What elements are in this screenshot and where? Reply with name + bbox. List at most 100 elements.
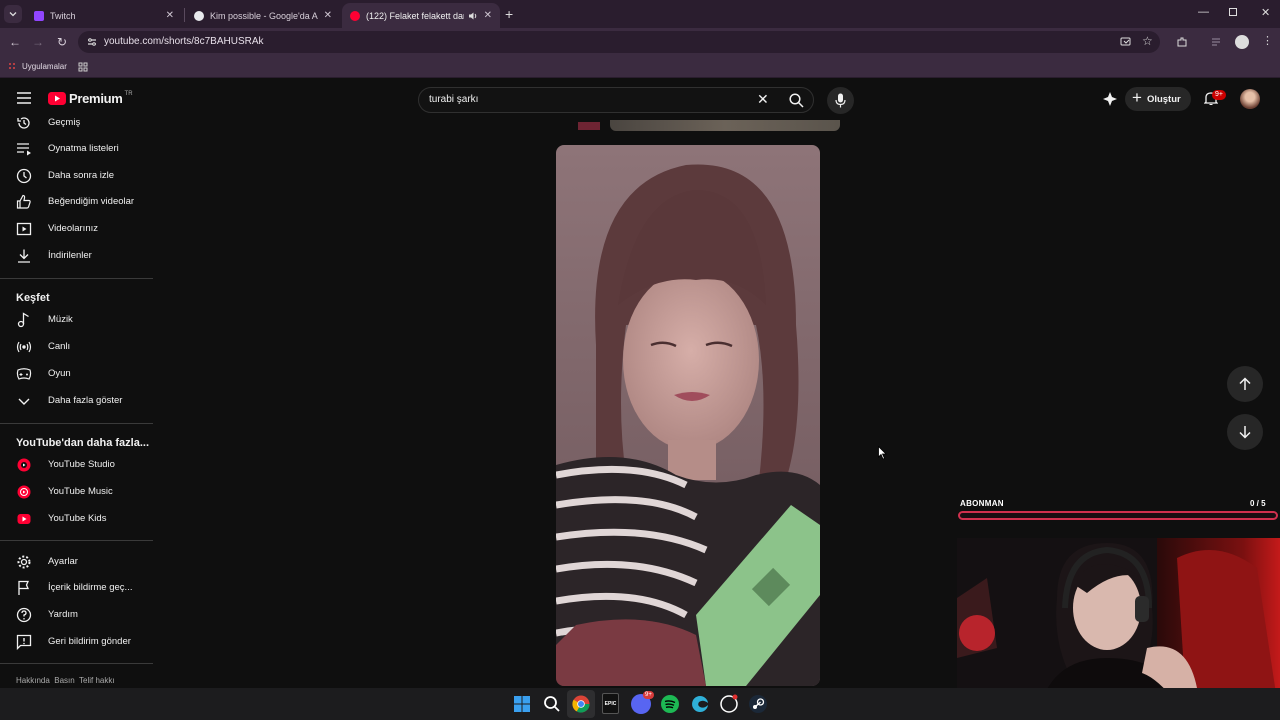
minimize-button[interactable]: —	[1198, 6, 1209, 18]
mouse-cursor-icon	[878, 446, 887, 460]
tab-google-search[interactable]: Kim possible - Google'da Ara ✕	[186, 3, 340, 28]
search-icon[interactable]	[542, 694, 562, 714]
tab-youtube[interactable]: (122) Felaket felakett dans ✕	[342, 3, 500, 28]
tab-title: (122) Felaket felakett dans	[366, 10, 464, 21]
chrome-icon[interactable]	[571, 694, 591, 714]
forward-button[interactable]: →	[29, 33, 47, 51]
sidebar-divider	[0, 663, 153, 664]
create-label: Oluştur	[1146, 93, 1181, 105]
google-icon	[194, 10, 204, 21]
playlist-icon	[17, 143, 31, 156]
apps-grid-icon[interactable]	[8, 62, 17, 71]
sidebar-item-your-videos[interactable]: Videolarınız	[0, 216, 154, 242]
menu-hamburger-icon[interactable]	[17, 92, 31, 104]
bookmarks-bar: Uygulamalar	[0, 56, 1280, 78]
sidebar: Geçmiş Oynatma listeleri Daha sonra izle…	[0, 110, 158, 690]
sidebar-item-label: Daha sonra izle	[48, 170, 115, 181]
arrow-up-icon	[1239, 377, 1251, 390]
download-icon	[18, 249, 30, 263]
tab-title: Kim possible - Google'da Ara	[210, 10, 318, 21]
sidebar-item-label: İçerik bildirme geç...	[48, 582, 133, 593]
close-tab-icon[interactable]: ✕	[166, 10, 174, 21]
sidebar-footer-links[interactable]: Hakkında Basın Telif hakkı	[16, 676, 115, 685]
chevron-down-icon	[9, 12, 17, 17]
sidebar-item-label: YouTube Studio	[48, 459, 115, 470]
sidebar-item-label: YouTube Music	[48, 486, 113, 497]
profile-avatar[interactable]	[1235, 35, 1249, 49]
sidebar-item-live[interactable]: Canlı	[0, 334, 154, 360]
tab-search-button[interactable]	[4, 5, 22, 23]
browser-menu-icon[interactable]: ⋮	[1262, 34, 1273, 47]
reading-list-icon[interactable]	[1210, 36, 1222, 48]
ai-sparkle-icon[interactable]	[1103, 92, 1117, 106]
sidebar-item-settings[interactable]: Ayarlar	[0, 549, 154, 575]
create-button[interactable]: + Oluştur	[1125, 87, 1191, 111]
cast-icon[interactable]	[1120, 37, 1131, 47]
windows-taskbar: EPIC 9+	[0, 688, 1280, 720]
speaker-icon[interactable]	[468, 11, 478, 21]
clear-search-icon[interactable]: ✕	[757, 91, 769, 108]
sidebar-item-youtube-kids[interactable]: YouTube Kids	[0, 506, 154, 532]
next-short-button[interactable]	[1227, 414, 1263, 450]
bookmark-apps[interactable]: Uygulamalar	[22, 62, 67, 71]
youtube-icon	[350, 10, 360, 21]
tab-groups-icon[interactable]	[78, 62, 88, 72]
feedback-icon	[16, 634, 32, 650]
sidebar-item-label: Beğendiğim videolar	[48, 196, 135, 207]
sidebar-divider	[0, 540, 153, 541]
browser-toolbar: ← → ↻ youtube.com/shorts/8c7BAHUSRAk ☆ ⋮	[0, 28, 1280, 56]
voice-search-button[interactable]	[827, 87, 854, 114]
sidebar-item-label: Yardım	[48, 609, 78, 620]
music-icon	[17, 312, 29, 328]
address-bar[interactable]: youtube.com/shorts/8c7BAHUSRAk ☆	[78, 31, 1160, 53]
spotify-icon[interactable]	[660, 694, 680, 714]
epic-games-icon[interactable]: EPIC	[602, 693, 619, 714]
close-tab-icon[interactable]: ✕	[484, 10, 492, 21]
search-box[interactable]: turabi şarkı ✕	[418, 87, 814, 113]
sidebar-item-label: Geri bildirim gönder	[48, 636, 131, 647]
extensions-icon[interactable]	[1176, 36, 1188, 48]
windows-start-icon[interactable]	[512, 694, 532, 714]
help-icon	[16, 607, 32, 623]
previous-short-peek[interactable]	[548, 120, 840, 132]
sidebar-item-playlists[interactable]: Oynatma listeleri	[0, 136, 154, 162]
sidebar-item-music[interactable]: Müzik	[0, 307, 154, 333]
sidebar-item-help[interactable]: Yardım	[0, 602, 154, 628]
subscription-goal-label: ABONMAN	[960, 499, 1004, 508]
sidebar-item-downloads[interactable]: İndirilenler	[0, 243, 154, 269]
reload-button[interactable]: ↻	[53, 33, 71, 51]
sidebar-item-send-feedback[interactable]: Geri bildirim gönder	[0, 629, 154, 655]
sidebar-item-youtube-studio[interactable]: YouTube Studio	[0, 452, 154, 478]
shorts-video-player[interactable]	[556, 145, 820, 686]
back-button[interactable]: ←	[6, 33, 24, 51]
tab-twitch[interactable]: Twitch ✕	[26, 3, 182, 28]
logo-text: Premium	[69, 91, 123, 106]
sidebar-item-report-history[interactable]: İçerik bildirme geç...	[0, 575, 154, 601]
search-icon[interactable]	[789, 93, 804, 108]
youtube-premium-logo[interactable]: Premium TR	[48, 91, 133, 106]
previous-short-button[interactable]	[1227, 366, 1263, 402]
app-icon[interactable]	[719, 694, 739, 714]
close-tab-icon[interactable]: ✕	[324, 10, 332, 21]
steam-icon[interactable]	[748, 694, 768, 714]
microphone-icon	[835, 93, 846, 108]
sidebar-item-label: Canlı	[48, 341, 71, 352]
close-window-button[interactable]: ✕	[1261, 6, 1270, 19]
sidebar-item-watch-later[interactable]: Daha sonra izle	[0, 163, 154, 189]
new-tab-button[interactable]: +	[505, 6, 513, 22]
account-avatar[interactable]	[1240, 89, 1260, 109]
sidebar-item-show-more[interactable]: Daha fazla göster	[0, 388, 154, 414]
site-info-icon[interactable]	[87, 37, 97, 47]
sidebar-item-gaming[interactable]: Oyun	[0, 361, 154, 387]
sidebar-divider	[0, 278, 153, 279]
restore-button[interactable]	[1229, 8, 1237, 16]
sidebar-item-liked-videos[interactable]: Beğendiğim videolar	[0, 189, 154, 215]
sidebar-item-history[interactable]: Geçmiş	[0, 110, 154, 136]
youtube-kids-icon	[17, 514, 31, 524]
thumb-up-icon	[16, 194, 31, 209]
sidebar-item-youtube-music[interactable]: YouTube Music	[0, 479, 154, 505]
search-input[interactable]: turabi şarkı	[429, 94, 478, 105]
gear-icon	[17, 555, 31, 569]
edge-like-icon[interactable]	[690, 694, 710, 714]
bookmark-star-icon[interactable]: ☆	[1142, 34, 1153, 48]
